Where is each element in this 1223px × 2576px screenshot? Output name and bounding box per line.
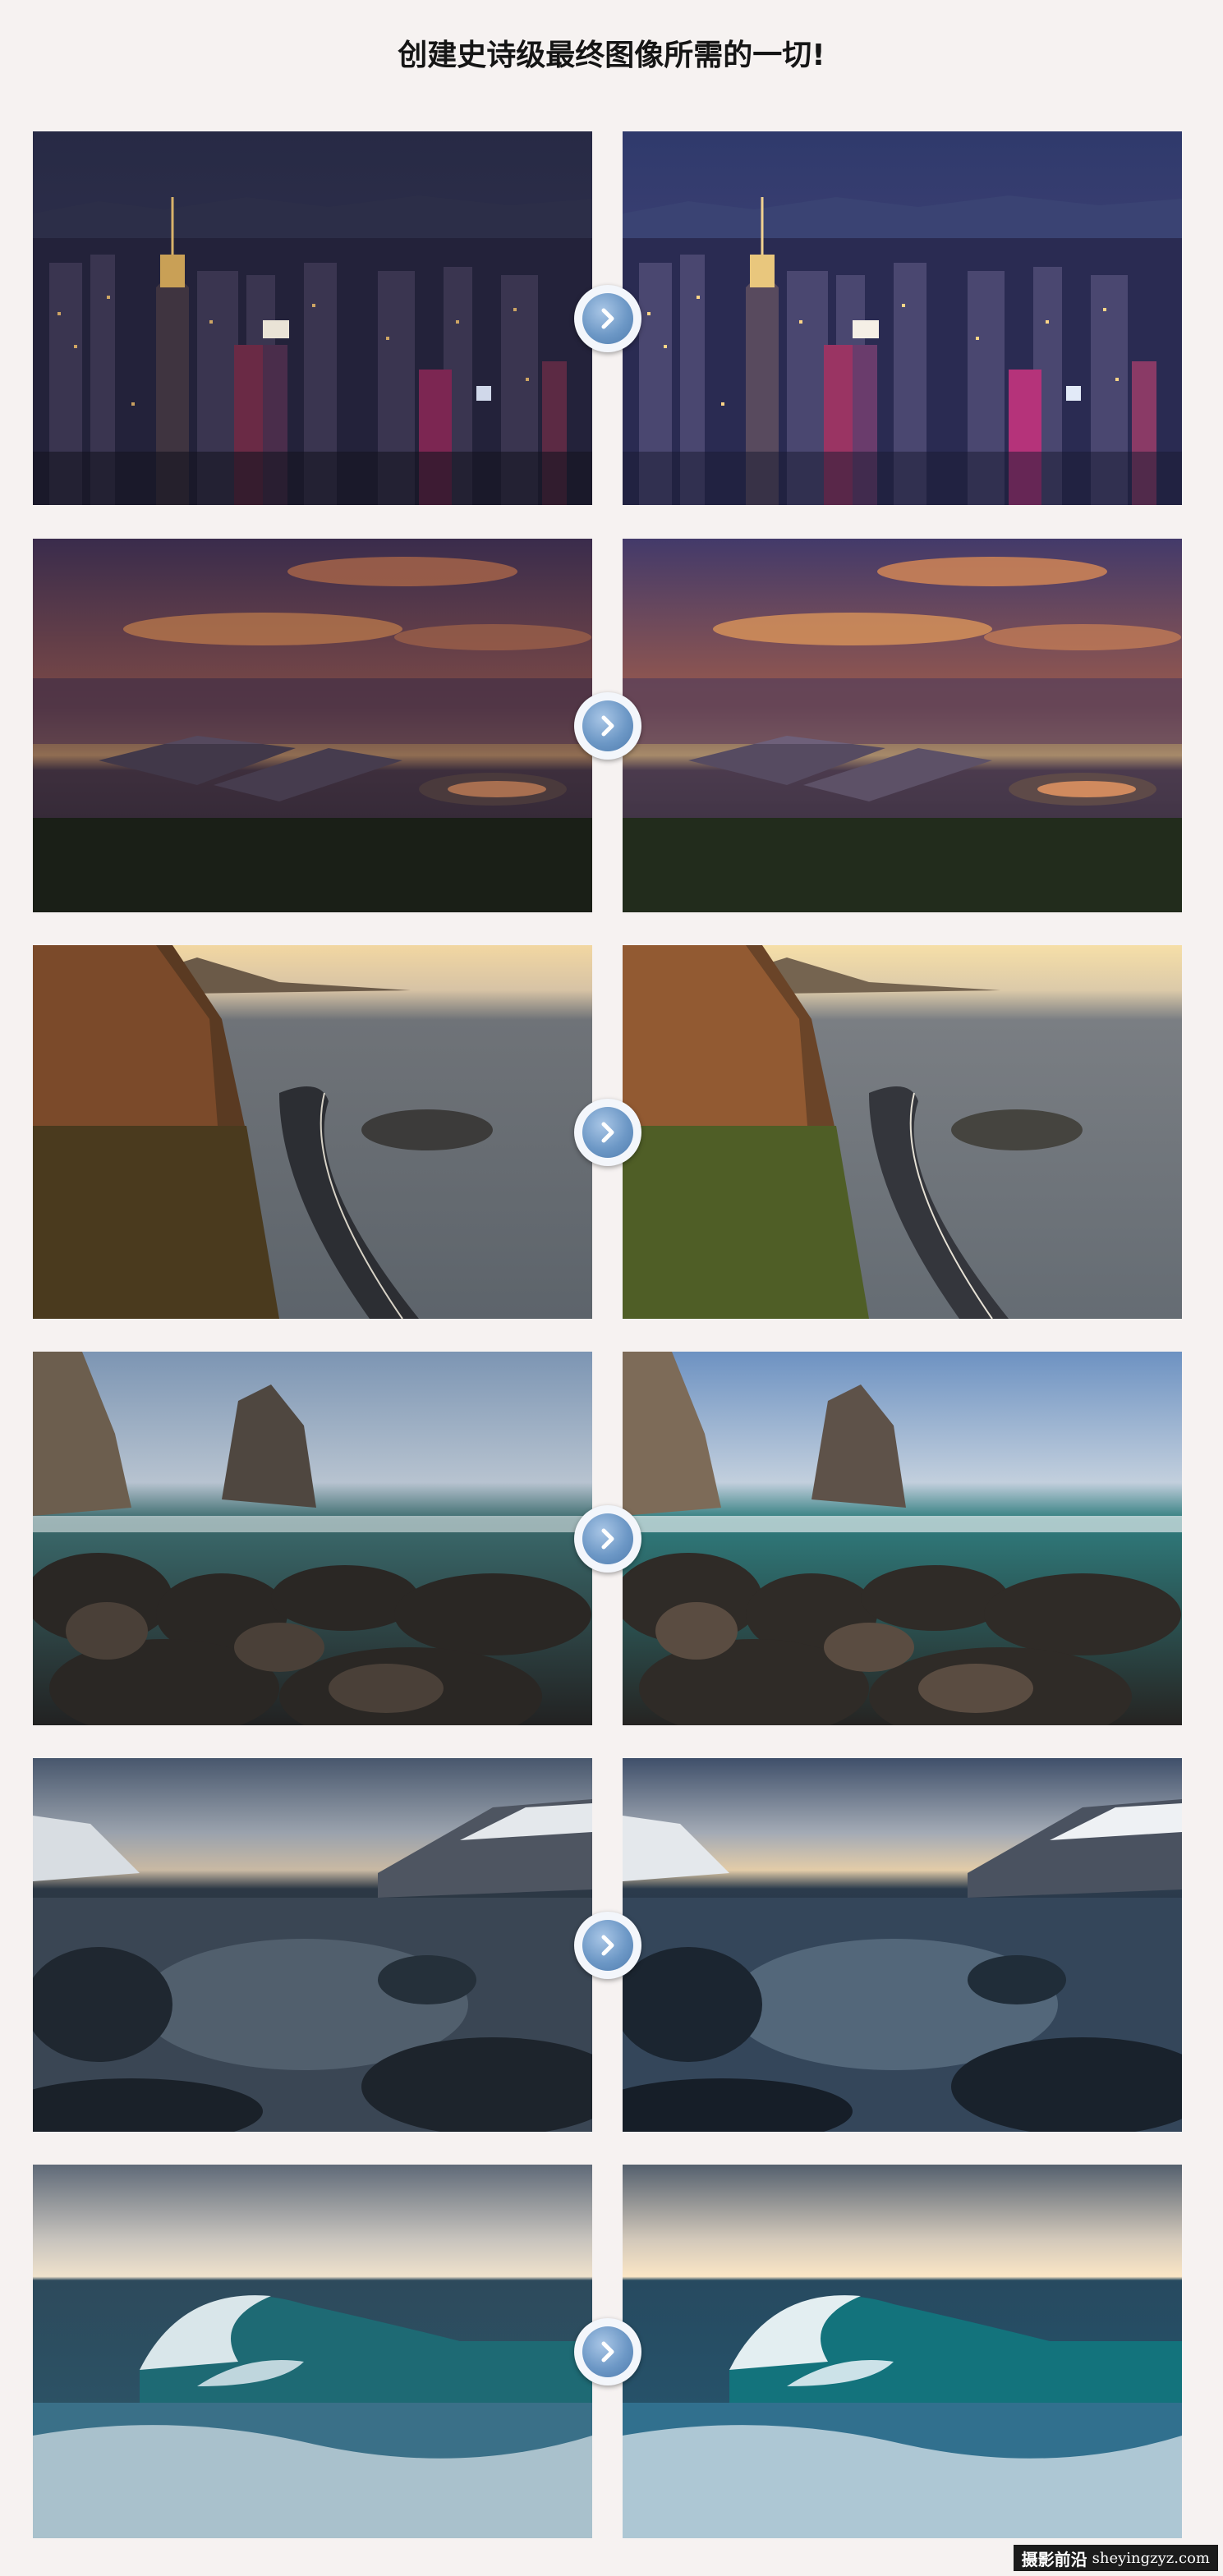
compare-arrow-button[interactable]	[574, 1505, 641, 1573]
chevron-right-circle-icon	[582, 2326, 633, 2377]
after-image-coastal-road	[623, 945, 1182, 1319]
after-image-sunset	[623, 539, 1182, 912]
comparison-pair-rocky-beach	[0, 1352, 1223, 1725]
watermark-site-name: 摄影前沿	[1021, 2549, 1087, 2569]
page-title: 创建史诗级最终图像所需的一切!	[398, 39, 825, 72]
chevron-right-circle-icon	[582, 293, 633, 344]
after-image-mountain-river	[623, 1758, 1182, 2132]
before-image-city	[33, 131, 592, 505]
chevron-right-circle-icon	[582, 1920, 633, 1971]
comparison-pair-coastal-road	[0, 945, 1223, 1319]
comparison-pair-ocean-wave	[0, 2165, 1223, 2538]
compare-arrow-button[interactable]	[574, 2318, 641, 2385]
compare-arrow-button[interactable]	[574, 285, 641, 352]
before-image-ocean-wave	[33, 2165, 592, 2538]
comparison-pair-sunset	[0, 539, 1223, 912]
before-image-coastal-road	[33, 945, 592, 1319]
compare-arrow-button[interactable]	[574, 692, 641, 760]
page: 创建史诗级最终图像所需的一切! 摄影前沿 sheyingzyz.com	[0, 0, 1223, 2576]
before-image-mountain-river	[33, 1758, 592, 2132]
chevron-right-circle-icon	[582, 1107, 633, 1158]
comparison-pair-city	[0, 131, 1223, 505]
compare-arrow-button[interactable]	[574, 1912, 641, 1979]
compare-arrow-button[interactable]	[574, 1099, 641, 1166]
before-image-sunset	[33, 539, 592, 912]
site-watermark: 摄影前沿 sheyingzyz.com	[1013, 2545, 1218, 2571]
after-image-ocean-wave	[623, 2165, 1182, 2538]
chevron-right-circle-icon	[582, 1513, 633, 1564]
before-image-rocky-beach	[33, 1352, 592, 1725]
watermark-url: sheyingzyz.com	[1092, 2549, 1210, 2567]
chevron-right-circle-icon	[582, 700, 633, 751]
comparison-pair-mountain-river	[0, 1758, 1223, 2132]
after-image-rocky-beach	[623, 1352, 1182, 1725]
after-image-city	[623, 131, 1182, 505]
